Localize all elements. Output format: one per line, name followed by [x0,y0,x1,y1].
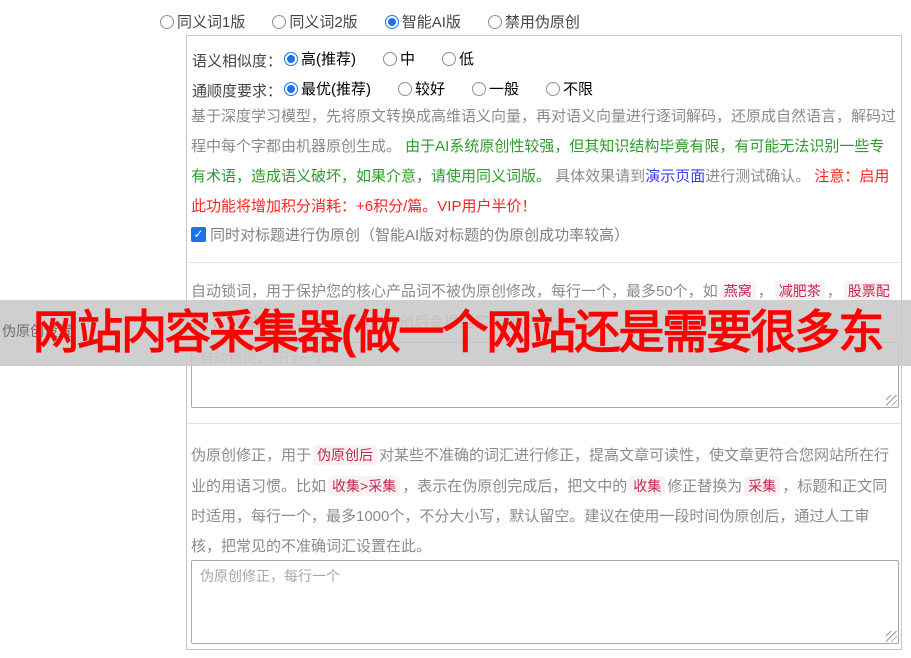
radio-unselected-icon[interactable] [272,15,286,29]
keyword-chip: 收集 [629,476,665,496]
radio-unselected-icon[interactable] [160,15,174,29]
semantic-similarity-label: 语义相似度： [192,53,282,70]
text-segment: 伪原创修正，用于 [191,447,311,464]
radio-option-label: 禁用伪原创 [505,11,580,32]
fluency-row: 通顺度要求：最优(推荐)较好一般不限 [192,78,593,101]
radio-unselected-icon[interactable] [383,52,397,66]
radio-option-label: 最优(推荐) [301,78,371,99]
radio-option-label: 同义词1版 [177,11,245,32]
demo-page-link[interactable]: 演示页面 [645,168,705,185]
radio-option-label: 较好 [415,78,445,99]
pseudo-original-settings-page: 同义词1版同义词2版智能AI版禁用伪原创 语义相似度：高(推荐)中低 通顺度要求… [0,0,911,658]
radio-unselected-icon[interactable] [442,52,456,66]
text-segment: 进行测试确认。 [705,168,814,185]
radio-option-label: 低 [459,48,474,69]
radio-selected-icon[interactable] [284,82,298,96]
radio-option-label: 一般 [489,78,519,99]
semantic-similarity-option[interactable]: 低 [442,48,474,69]
fluency-radio-group: 最优(推荐)较好一般不限 [284,83,593,100]
text-segment: 具体效果请到 [555,168,645,185]
fluency-option[interactable]: 不限 [546,78,593,99]
radio-unselected-icon[interactable] [398,82,412,96]
mode-radio-option[interactable]: 同义词1版 [160,11,245,32]
mode-radio-option[interactable]: 禁用伪原创 [488,11,580,32]
radio-unselected-icon[interactable] [472,82,486,96]
banner-title-text: 网站内容采集器(做一个网站还是需要很多东 [33,300,882,366]
fix-words-textarea[interactable] [191,560,899,644]
text-segment: 自动锁词，用于保护您的核心产品词不被伪原创修改，每行一个，最多50个，如 [191,283,718,300]
keyword-chip: 减肥茶 [775,281,825,301]
text-segment: 修正替换为 [667,478,742,495]
radio-option-label: 中 [400,48,415,69]
title-rewrite-checkbox-label: 同时对标题进行伪原创（智能AI版对标题的伪原创成功率较高） [210,224,629,245]
keyword-chip: 采集 [744,476,780,496]
mode-radio-group: 同义词1版 同义词2版 智能AI版 禁用伪原创 [160,11,580,33]
ai-description-paragraph: 基于深度学习模型，先将原文转换成高维语义向量，再对语义向量进行逐词解码，还原成自… [191,102,898,222]
checked-checkbox-icon[interactable]: ✓ [191,227,206,242]
radio-option-label: 同义词2版 [289,11,357,32]
radio-selected-icon[interactable] [284,52,298,66]
text-segment: ， [827,283,842,300]
radio-unselected-icon[interactable] [546,82,560,96]
semantic-similarity-option[interactable]: 中 [383,48,415,69]
radio-option-label: 智能AI版 [402,11,461,32]
title-rewrite-checkbox-row[interactable]: ✓ 同时对标题进行伪原创（智能AI版对标题的伪原创成功率较高） [191,224,629,245]
section-divider [187,423,901,424]
fluency-option[interactable]: 较好 [398,78,445,99]
fluency-option[interactable]: 一般 [472,78,519,99]
fluency-label: 通顺度要求： [192,83,282,100]
radio-unselected-icon[interactable] [488,15,502,29]
mode-radio-option[interactable]: 同义词2版 [272,11,357,32]
semantic-similarity-row: 语义相似度：高(推荐)中低 [192,48,474,71]
mode-radio-option[interactable]: 智能AI版 [385,11,461,32]
radio-selected-icon[interactable] [385,15,399,29]
radio-option-label: 高(推荐) [301,48,356,69]
keyword-chip: 收集>采集 [328,476,400,496]
section-divider [187,262,901,263]
fix-words-paragraph: 伪原创修正，用于伪原创后对某些不准确的词汇进行修正，提高文章可读性，使文章更符合… [191,440,898,562]
text-segment: ， [758,283,773,300]
keyword-chip: 燕窝 [720,281,756,301]
semantic-similarity-radio-group: 高(推荐)中低 [284,53,474,70]
text-segment: ，表示在伪原创完成后，把文中的 [402,478,627,495]
fluency-option[interactable]: 最优(推荐) [284,78,371,99]
semantic-similarity-option[interactable]: 高(推荐) [284,48,356,69]
radio-option-label: 不限 [563,78,593,99]
keyword-chip: 伪原创后 [313,445,377,465]
